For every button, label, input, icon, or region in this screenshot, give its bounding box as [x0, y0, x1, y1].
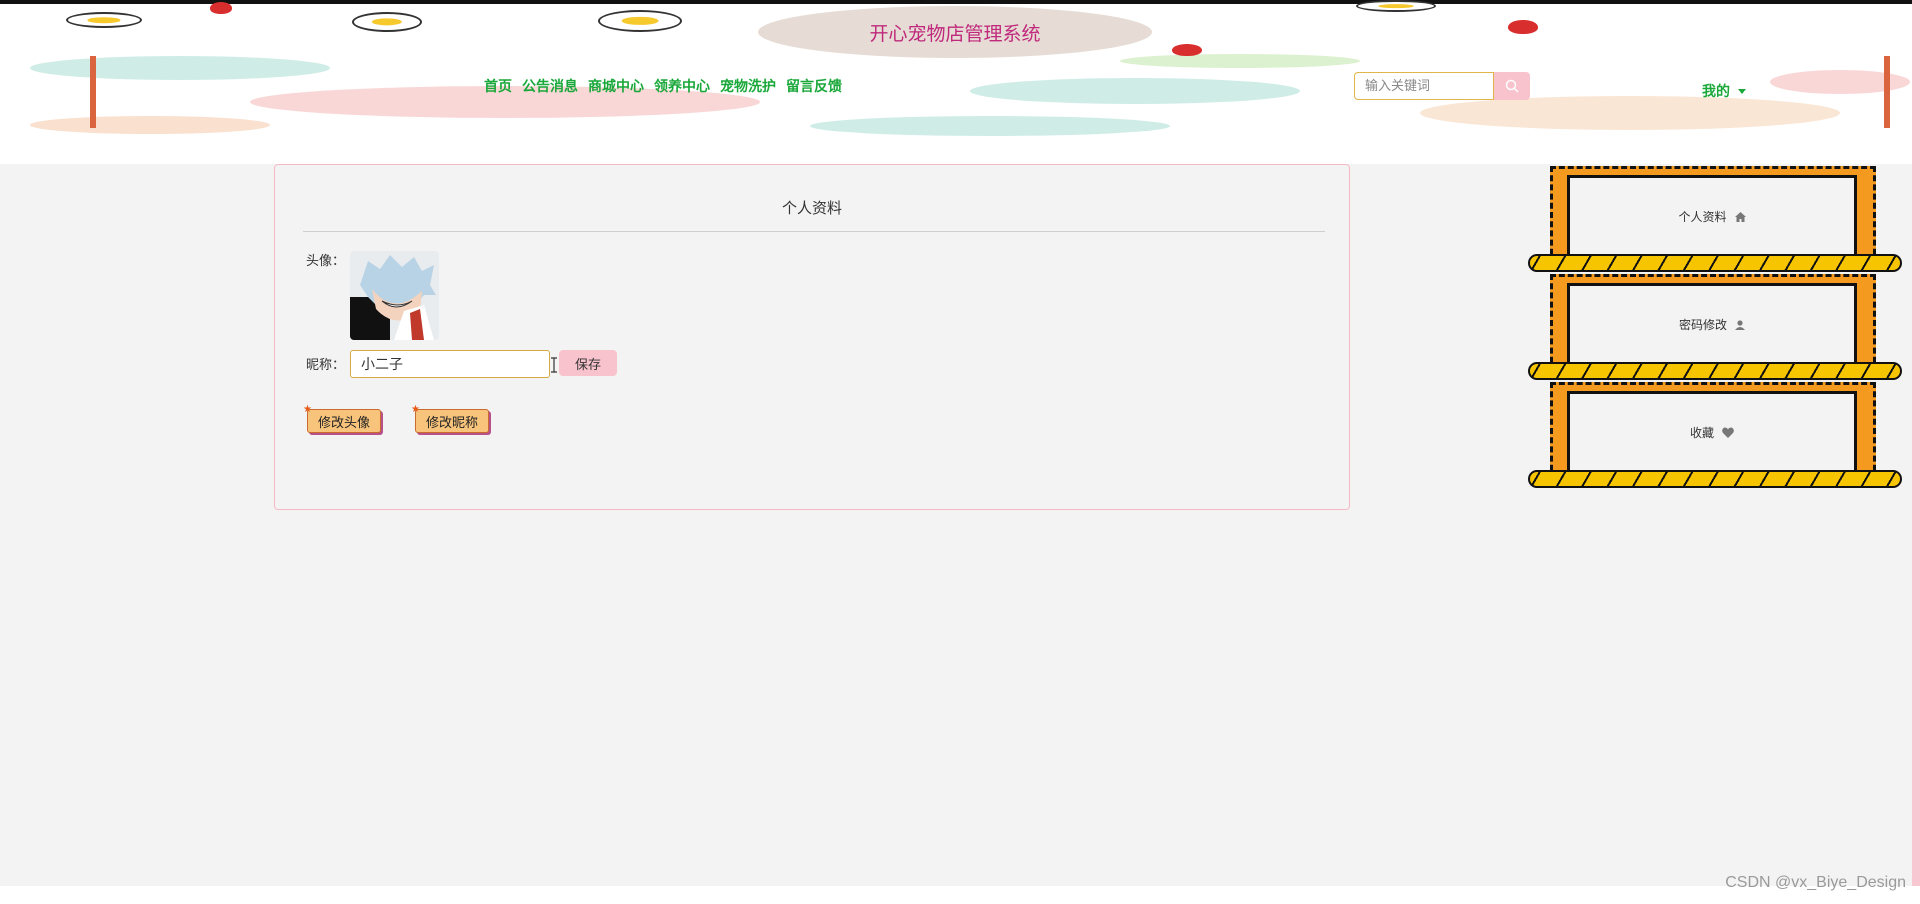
nav-item-feedback[interactable]: 留言反馈	[786, 76, 842, 96]
home-icon	[1734, 211, 1746, 222]
heart-icon	[1722, 427, 1734, 438]
side-menu-item-label: 个人资料	[1678, 210, 1727, 224]
side-menu-item-label: 收藏	[1689, 426, 1714, 440]
profile-card: 个人资料 头像： 昵称： 保存 ★ 修改头像 ★ 修改昵称	[274, 164, 1350, 510]
header-spacer	[0, 136, 1920, 164]
avatar-image	[350, 251, 439, 340]
watermark: CSDN @vx_Biye_Design	[1725, 874, 1906, 891]
strawberry-decoration	[1172, 44, 1202, 56]
nickname-label: 昵称：	[306, 358, 346, 373]
star-icon: ★	[411, 404, 420, 415]
search-button[interactable]	[1494, 72, 1530, 100]
fried-egg-decoration	[598, 10, 682, 32]
save-button[interactable]: 保存	[559, 350, 617, 376]
user-menu-label: 我的	[1702, 84, 1730, 100]
divider	[303, 231, 1325, 232]
side-menu-item-favorites[interactable]: 收藏	[1567, 391, 1857, 471]
cloud-decoration	[1420, 96, 1840, 130]
chevron-down-icon	[1738, 88, 1746, 94]
rope-divider	[1528, 362, 1902, 380]
profile-title: 个人资料	[781, 199, 842, 217]
star-icon: ★	[303, 404, 312, 415]
user-icon	[1735, 319, 1745, 330]
change-nickname-button[interactable]: ★ 修改昵称	[411, 404, 490, 433]
strawberry-decoration	[210, 2, 232, 14]
nav-item-adoption[interactable]: 领养中心	[654, 76, 710, 96]
fried-egg-decoration	[66, 12, 142, 28]
pole-decoration	[90, 56, 96, 128]
app-title: 开心宠物店管理系统	[869, 22, 1041, 45]
cloud-decoration	[1120, 54, 1360, 68]
side-menu: 个人资料 密码修改 收藏	[1528, 164, 1904, 490]
fried-egg-decoration	[352, 12, 422, 32]
nav-item-announcements[interactable]: 公告消息	[522, 76, 578, 96]
cloud-decoration	[810, 116, 1170, 136]
side-menu-item-profile[interactable]: 个人资料	[1567, 175, 1857, 255]
nav-item-pet-grooming[interactable]: 宠物洗护	[720, 76, 776, 96]
nav-item-shop[interactable]: 商城中心	[588, 76, 644, 96]
cloud-decoration	[30, 116, 270, 134]
change-nickname-label: 修改昵称	[426, 415, 479, 431]
avatar[interactable]	[350, 251, 439, 340]
strawberry-decoration	[1508, 20, 1538, 34]
cloud-decoration	[970, 78, 1300, 104]
avatar-label: 头像：	[306, 254, 346, 269]
search-icon	[1505, 79, 1519, 93]
side-menu-item-profile-frame: 个人资料	[1550, 166, 1876, 264]
main-nav: 首页 公告消息 商城中心 领养中心 宠物洗护 留言反馈	[484, 76, 842, 96]
side-menu-item-favorites-frame: 收藏	[1550, 382, 1876, 480]
page-edge-decoration	[1912, 0, 1920, 904]
change-avatar-label: 修改头像	[318, 415, 371, 431]
side-menu-item-password-frame: 密码修改	[1550, 274, 1876, 372]
header-top-line	[0, 0, 1920, 4]
search-bar	[1354, 72, 1530, 100]
pole-decoration	[1884, 56, 1890, 128]
nav-item-home[interactable]: 首页	[484, 76, 512, 96]
side-menu-item-label: 密码修改	[1678, 318, 1727, 332]
nickname-input[interactable]	[350, 350, 550, 378]
side-menu-item-password[interactable]: 密码修改	[1567, 283, 1857, 363]
fried-egg-decoration	[1356, 0, 1436, 12]
rope-divider	[1528, 254, 1902, 272]
search-input[interactable]	[1354, 72, 1494, 100]
app-title-banner: 开心宠物店管理系统	[758, 6, 1152, 58]
footer-strip	[0, 886, 1920, 904]
change-avatar-button[interactable]: ★ 修改头像	[303, 404, 382, 433]
cloud-decoration	[30, 56, 330, 80]
header: 开心宠物店管理系统 首页 公告消息 商城中心 领养中心 宠物洗护 留言反馈 我的	[0, 0, 1920, 136]
rope-divider	[1528, 470, 1902, 488]
user-menu[interactable]: 我的	[1702, 81, 1746, 101]
text-cursor-icon	[551, 357, 557, 373]
